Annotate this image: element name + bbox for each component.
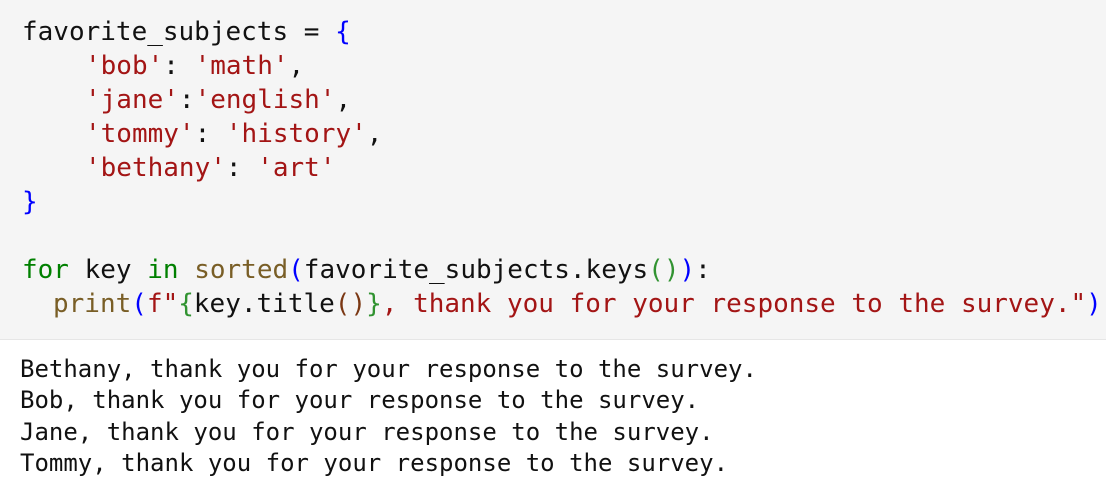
key-value-separator: :: [178, 85, 195, 115]
dict-key: 'tommy': [85, 119, 195, 149]
print-paren-open: (: [131, 289, 147, 319]
fstring-text: , thank you for your response to the sur…: [381, 289, 1087, 319]
code-cell[interactable]: favorite_subjects = { 'bob': 'math', 'ja…: [0, 0, 1106, 340]
print-paren-close: ): [1086, 289, 1102, 319]
fstring-expression: key.title: [193, 289, 335, 319]
code-line-close-brace: }: [22, 185, 38, 219]
output-line: Jane, thank you for your response to the…: [20, 417, 714, 446]
cell-output: Bethany, thank you for your response to …: [20, 354, 757, 479]
sorted-function: sorted: [194, 255, 289, 285]
dict-value: 'math': [194, 51, 289, 81]
for-keyword: for: [22, 255, 69, 285]
in-keyword: in: [147, 255, 179, 285]
print-function: print: [53, 289, 132, 319]
code-line-for-loop: for key in sorted(favorite_subjects.keys…: [22, 253, 711, 287]
code-line-entry-bethany: 'bethany': 'art': [22, 151, 335, 185]
close-brace: }: [22, 187, 38, 217]
dict-key: 'bob': [85, 51, 164, 81]
key-value-separator: :: [163, 51, 195, 81]
code-line-dict-assign: favorite_subjects = {: [22, 15, 351, 49]
trailing-comma: ,: [335, 85, 352, 115]
output-line: Bethany, thank you for your response to …: [20, 355, 757, 383]
keys-call-open: (: [648, 255, 664, 285]
loop-colon: :: [695, 255, 711, 285]
open-brace: {: [335, 17, 351, 47]
dict-value: 'art': [257, 153, 336, 183]
code-line-entry-jane: 'jane':'english',: [22, 83, 351, 117]
trailing-comma: ,: [366, 119, 383, 149]
output-line: Tommy, thank you for your response to th…: [20, 448, 729, 477]
keys-call-close: ): [663, 255, 680, 285]
trailing-comma: ,: [288, 51, 305, 81]
sorted-paren-close: ): [679, 255, 696, 285]
code-line-entry-bob: 'bob': 'math',: [22, 49, 304, 83]
dict-key: 'bethany': [85, 153, 226, 183]
code-line-print: print(f"{key.title()}, thank you for you…: [22, 287, 1102, 321]
dict-key: 'jane': [85, 85, 179, 115]
fstring-brace-close: }: [366, 289, 382, 319]
key-value-separator: :: [194, 119, 226, 149]
dict-value: 'history': [225, 119, 367, 149]
title-call-close: ): [350, 289, 367, 319]
assign-operator: =: [288, 17, 336, 47]
fstring-brace-open: {: [178, 289, 194, 319]
dict-name: favorite_subjects: [22, 17, 289, 47]
keys-target: favorite_subjects.keys: [303, 255, 649, 285]
fstring-prefix: f": [146, 289, 179, 319]
code-line-entry-tommy: 'tommy': 'history',: [22, 117, 382, 151]
dict-value: 'english': [194, 85, 336, 115]
sorted-paren-open: (: [288, 255, 304, 285]
title-call-open: (: [334, 289, 351, 319]
output-line: Bob, thank you for your response to the …: [20, 386, 700, 415]
key-value-separator: :: [225, 153, 258, 183]
loop-variable: key: [68, 255, 148, 285]
